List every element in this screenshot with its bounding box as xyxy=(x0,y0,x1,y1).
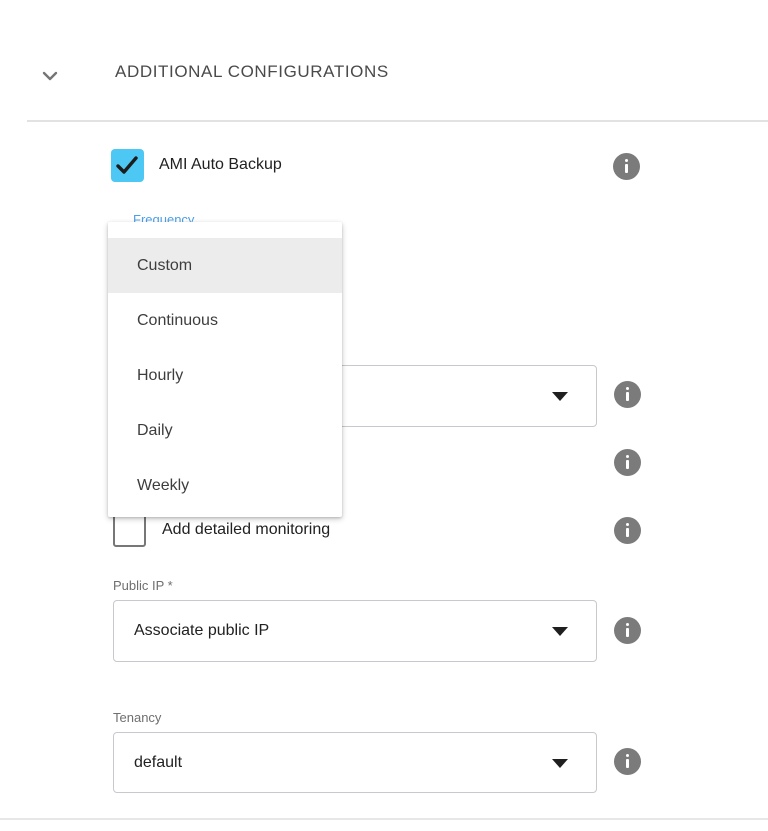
hidden-row-info-icon[interactable] xyxy=(614,449,641,476)
frequency-option-hourly[interactable]: Hourly xyxy=(108,348,342,403)
frequency-option-custom[interactable]: Custom xyxy=(108,238,342,293)
section-header: ADDITIONAL CONFIGURATIONS xyxy=(0,60,768,90)
bottom-divider xyxy=(0,818,768,820)
tenancy-info-icon[interactable] xyxy=(614,748,641,775)
detailed-monitoring-checkbox[interactable] xyxy=(113,514,146,547)
caret-down-icon xyxy=(552,392,568,401)
frequency-option-daily[interactable]: Daily xyxy=(108,403,342,458)
public-ip-info-icon[interactable] xyxy=(614,617,641,644)
tenancy-field-label: Tenancy xyxy=(113,710,161,725)
frequency-info-icon[interactable] xyxy=(614,381,641,408)
frequency-option-continuous[interactable]: Continuous xyxy=(108,293,342,348)
section-divider xyxy=(27,120,768,122)
ami-auto-backup-label: AMI Auto Backup xyxy=(159,156,282,174)
public-ip-select[interactable]: Associate public IP xyxy=(113,600,597,662)
caret-down-icon xyxy=(552,759,568,768)
detailed-monitoring-label: Add detailed monitoring xyxy=(162,521,330,539)
section-title: ADDITIONAL CONFIGURATIONS xyxy=(115,62,389,82)
caret-down-icon xyxy=(552,627,568,636)
detailed-monitoring-info-icon[interactable] xyxy=(614,517,641,544)
checkmark-icon xyxy=(115,154,140,177)
frequency-option-weekly[interactable]: Weekly xyxy=(108,458,342,513)
tenancy-selected-value: default xyxy=(134,754,182,772)
ami-auto-backup-info-icon[interactable] xyxy=(613,153,640,180)
public-ip-field-label: Public IP * xyxy=(113,578,173,593)
additional-configurations-panel: ADDITIONAL CONFIGURATIONS AMI Auto Backu… xyxy=(0,0,768,831)
public-ip-selected-value: Associate public IP xyxy=(134,622,269,640)
chevron-down-icon[interactable] xyxy=(40,66,60,86)
frequency-dropdown-menu: Custom Continuous Hourly Daily Weekly xyxy=(108,222,342,517)
ami-auto-backup-checkbox[interactable] xyxy=(111,149,144,182)
tenancy-select[interactable]: default xyxy=(113,732,597,793)
